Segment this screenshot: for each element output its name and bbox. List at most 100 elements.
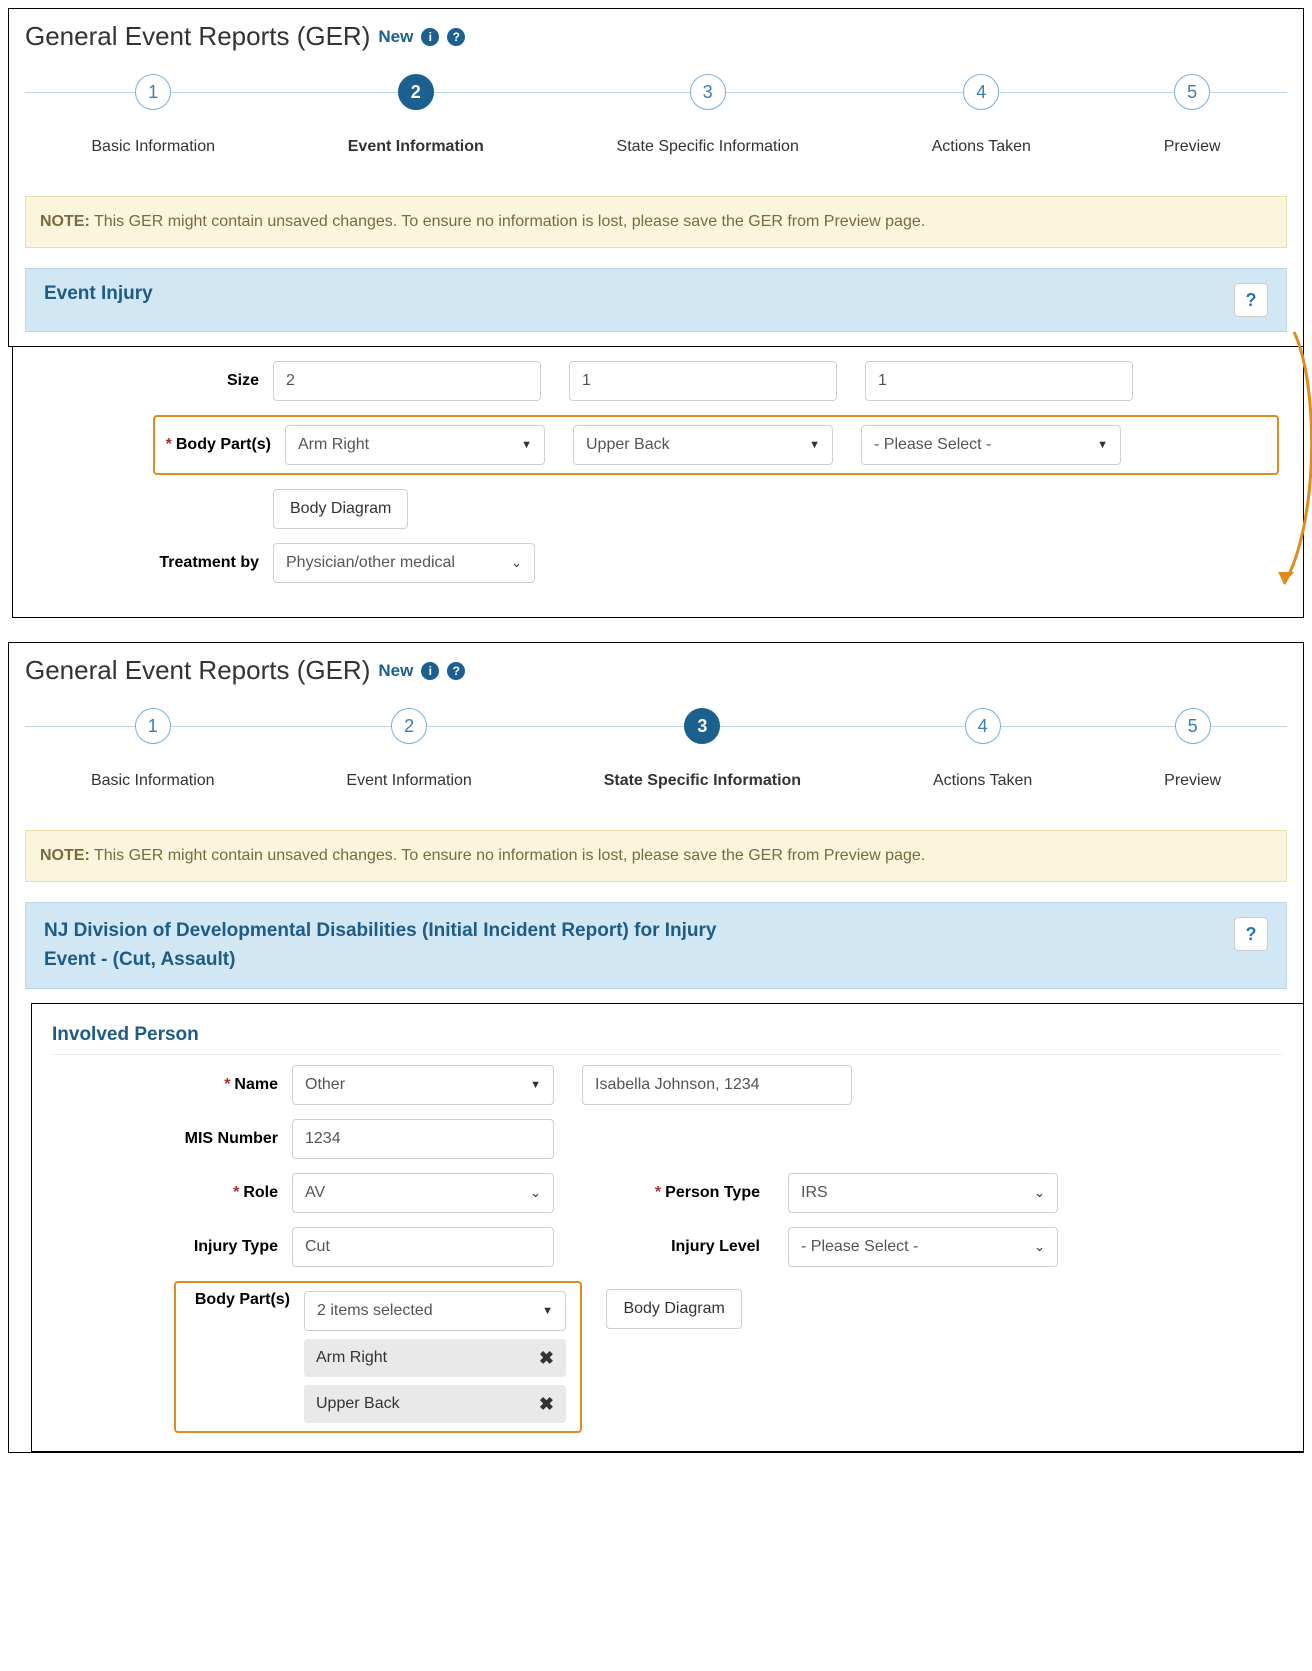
mis-input[interactable]: 1234 [292, 1119, 554, 1159]
help-icon[interactable]: ? [447, 28, 465, 46]
step-preview[interactable]: 5 Preview [1164, 708, 1221, 790]
new-badge[interactable]: New [378, 661, 413, 681]
role-label: *Role [52, 1184, 292, 1202]
step-number: 2 [391, 708, 427, 744]
caret-down-icon: ▼ [530, 1079, 541, 1091]
step-state-specific-information[interactable]: 3 State Specific Information [617, 74, 799, 156]
remove-chip-icon[interactable]: ✖ [539, 1348, 554, 1369]
step-number: 5 [1175, 708, 1211, 744]
step-number: 3 [690, 74, 726, 110]
person-type-select[interactable]: IRS⌄ [788, 1173, 1058, 1213]
wizard-stepper: 1 Basic Information 2 Event Information … [25, 74, 1287, 156]
step-preview[interactable]: 5 Preview [1164, 74, 1221, 156]
size-input-3[interactable]: 1 [865, 361, 1133, 401]
mis-row: MIS Number 1234 [52, 1119, 1283, 1159]
role-select[interactable]: AV⌄ [292, 1173, 554, 1213]
note-prefix: NOTE: [40, 213, 90, 230]
body-part-select-3[interactable]: - Please Select -▼ [861, 425, 1121, 465]
state-specific-title: NJ Division of Developmental Disabilitie… [44, 917, 744, 974]
page-title-row: General Event Reports (GER) New i ? [25, 19, 1287, 60]
body-diagram-button-2[interactable]: Body Diagram [606, 1289, 741, 1329]
step-number: 4 [963, 74, 999, 110]
name-row: *Name Other▼ Isabella Johnson, 1234 [52, 1065, 1283, 1105]
size-input-1[interactable]: 2 [273, 361, 541, 401]
body-parts-label-2: Body Part(s) [186, 1291, 304, 1309]
step-state-specific-information[interactable]: 3 State Specific Information [604, 708, 801, 790]
involved-person-title: Involved Person [52, 1012, 1283, 1054]
caret-down-icon: ▼ [542, 1305, 553, 1317]
treatment-select[interactable]: Physician/other medical⌄ [273, 543, 535, 583]
event-injury-form-panel: Size 2 1 1 *Body Part(s) Arm Right▼ Uppe… [12, 346, 1304, 618]
step-basic-information[interactable]: 1 Basic Information [91, 74, 215, 156]
step-number: 3 [684, 708, 720, 744]
unsaved-changes-note: NOTE: This GER might contain unsaved cha… [25, 196, 1287, 248]
chevron-down-icon: ⌄ [1034, 1185, 1045, 1201]
body-diagram-button[interactable]: Body Diagram [273, 489, 408, 529]
chevron-down-icon: ⌄ [530, 1185, 541, 1201]
new-badge[interactable]: New [378, 27, 413, 47]
name-select[interactable]: Other▼ [292, 1065, 554, 1105]
step-number: 5 [1174, 74, 1210, 110]
step-label: Actions Taken [933, 772, 1032, 790]
step-number: 1 [135, 708, 171, 744]
caret-down-icon: ▼ [1097, 439, 1108, 451]
note-prefix: NOTE: [40, 847, 90, 864]
injury-level-label: Injury Level [582, 1238, 760, 1256]
screenshot-top-panel: General Event Reports (GER) New i ? 1 Ba… [8, 8, 1304, 347]
step-label: Basic Information [91, 772, 215, 790]
step-number: 2 [398, 74, 434, 110]
step-number: 4 [965, 708, 1001, 744]
unsaved-changes-note-2: NOTE: This GER might contain unsaved cha… [25, 830, 1287, 882]
event-injury-section-header: Event Injury ? [25, 268, 1287, 332]
person-type-label: *Person Type [582, 1184, 760, 1202]
chevron-down-icon: ⌄ [511, 555, 522, 571]
screenshot-bottom-panel: General Event Reports (GER) New i ? 1 Ba… [8, 642, 1304, 1453]
remove-chip-icon[interactable]: ✖ [539, 1394, 554, 1415]
body-part-select-1[interactable]: Arm Right▼ [285, 425, 545, 465]
step-event-information[interactable]: 2 Event Information [346, 708, 471, 790]
step-label: Preview [1164, 772, 1221, 790]
divider [52, 1054, 1283, 1055]
caret-down-icon: ▼ [809, 439, 820, 451]
injury-type-level-row: Injury Type Cut Injury Level - Please Se… [52, 1227, 1283, 1267]
step-number: 1 [135, 74, 171, 110]
step-label: Event Information [348, 138, 484, 156]
step-basic-information[interactable]: 1 Basic Information [91, 708, 215, 790]
size-row: Size 2 1 1 [33, 361, 1283, 401]
wizard-stepper-2: 1 Basic Information 2 Event Information … [25, 708, 1287, 790]
step-label: State Specific Information [617, 138, 799, 156]
treatment-label: Treatment by [33, 554, 273, 572]
mis-label: MIS Number [52, 1130, 292, 1148]
body-parts-label: *Body Part(s) [165, 436, 285, 454]
chevron-down-icon: ⌄ [1034, 1239, 1045, 1255]
caret-down-icon: ▼ [521, 439, 532, 451]
info-icon[interactable]: i [421, 662, 439, 680]
size-input-2[interactable]: 1 [569, 361, 837, 401]
step-label: Actions Taken [932, 138, 1031, 156]
note-text: This GER might contain unsaved changes. … [90, 213, 925, 230]
step-actions-taken[interactable]: 4 Actions Taken [933, 708, 1032, 790]
state-specific-section-header: NJ Division of Developmental Disabilitie… [25, 902, 1287, 989]
involved-person-panel: Involved Person *Name Other▼ Isabella Jo… [31, 1003, 1304, 1452]
body-parts-multiselect[interactable]: 2 items selected▼ [304, 1291, 566, 1331]
page-title: General Event Reports (GER) [25, 21, 370, 52]
info-icon[interactable]: i [421, 28, 439, 46]
step-event-information[interactable]: 2 Event Information [348, 74, 484, 156]
injury-type-input[interactable]: Cut [292, 1227, 554, 1267]
body-part-chip-upper-back: Upper Back ✖ [304, 1385, 566, 1423]
body-parts-highlight: *Body Part(s) Arm Right▼ Upper Back▼ - P… [153, 415, 1279, 475]
treatment-row: Treatment by Physician/other medical⌄ [33, 543, 1283, 583]
section-help-button[interactable]: ? [1234, 283, 1268, 317]
step-label: Event Information [346, 772, 471, 790]
help-icon[interactable]: ? [447, 662, 465, 680]
step-actions-taken[interactable]: 4 Actions Taken [932, 74, 1031, 156]
name-text-input[interactable]: Isabella Johnson, 1234 [582, 1065, 852, 1105]
event-injury-title: Event Injury [44, 283, 153, 305]
body-diagram-row: Body Diagram [33, 489, 1283, 529]
section-help-button[interactable]: ? [1234, 917, 1268, 951]
step-label: Basic Information [91, 138, 215, 156]
injury-level-select[interactable]: - Please Select -⌄ [788, 1227, 1058, 1267]
body-part-chip-arm-right: Arm Right ✖ [304, 1339, 566, 1377]
body-part-select-2[interactable]: Upper Back▼ [573, 425, 833, 465]
page-title: General Event Reports (GER) [25, 655, 370, 686]
